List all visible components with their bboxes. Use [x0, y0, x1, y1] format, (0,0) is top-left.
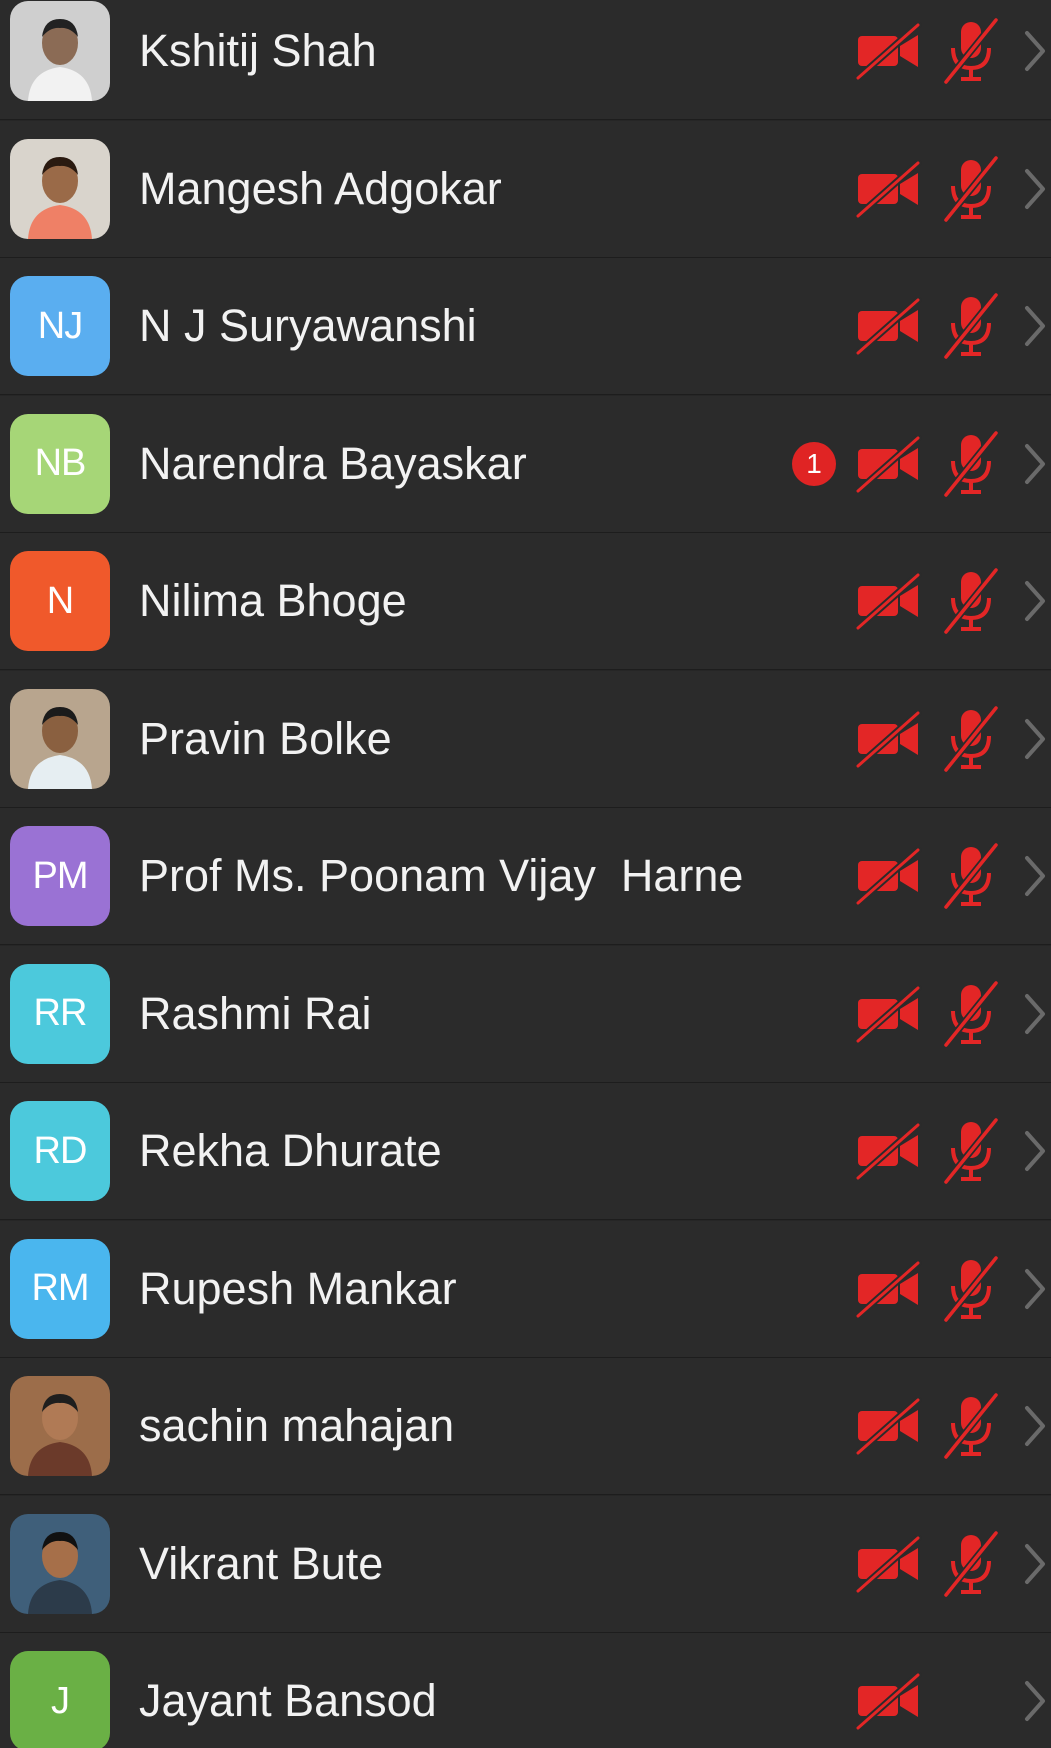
- mic-muted-icon: [940, 154, 1002, 223]
- mic-muted-icon: [940, 704, 1002, 773]
- video-off-icon: [854, 1121, 922, 1182]
- video-off-icon: [854, 296, 922, 357]
- participant-row[interactable]: N Nilima Bhoge: [0, 533, 1051, 670]
- chevron-right-icon[interactable]: [1022, 1266, 1048, 1312]
- video-off-icon: [854, 1671, 922, 1732]
- video-off-icon: [854, 709, 922, 769]
- avatar-photo: [10, 1, 110, 101]
- participant-name: Nilima Bhoge: [139, 575, 407, 626]
- participant-row[interactable]: RM Rupesh Mankar: [0, 1220, 1051, 1358]
- avatar-initials: RM: [10, 1238, 110, 1339]
- person-photo-icon: [10, 1513, 110, 1614]
- person-photo-icon: [10, 1, 110, 101]
- unread-chat-badge: 1: [792, 441, 836, 486]
- avatar-initials-text: RR: [33, 992, 88, 1034]
- avatar-initials-text: N: [46, 579, 74, 622]
- mic-muted-icon: [940, 1254, 1002, 1323]
- avatar-initials: NJ: [10, 276, 110, 376]
- participant-row[interactable]: NJ N J Suryawanshi: [0, 258, 1051, 395]
- participant-name: Rekha Dhurate: [139, 1125, 442, 1176]
- mic-muted-icon: [940, 841, 1002, 911]
- participant-list: Kshitij Shah Mangesh Adgokar NJ N J Surya…: [0, 0, 1051, 1748]
- avatar-photo: [10, 138, 110, 239]
- participant-row[interactable]: RR Rashmi Rai: [0, 945, 1051, 1083]
- participant-name: Vikrant Bute: [139, 1537, 384, 1589]
- video-off-icon: [854, 1396, 922, 1457]
- participant-row[interactable]: J Jayant Bansod: [0, 1633, 1051, 1748]
- participant-row[interactable]: RD Rekha Dhurate: [0, 1083, 1051, 1220]
- chevron-right-icon[interactable]: [1022, 28, 1048, 74]
- mic-muted-icon: [940, 566, 1002, 636]
- participant-row[interactable]: Vikrant Bute: [0, 1495, 1051, 1633]
- video-off-icon: [854, 846, 922, 907]
- avatar-initials: RR: [10, 963, 110, 1064]
- avatar-photo: [10, 1513, 110, 1614]
- avatar-photo: [10, 1376, 110, 1476]
- video-off-icon: [854, 1534, 922, 1594]
- participant-name: Prof Ms. Poonam Vijay Harne: [139, 850, 744, 901]
- chevron-right-icon[interactable]: [1022, 578, 1048, 624]
- chevron-right-icon[interactable]: [1022, 1541, 1048, 1587]
- chevron-right-icon[interactable]: [1022, 1678, 1048, 1724]
- person-photo-icon: [10, 688, 110, 789]
- avatar-initials-text: RD: [33, 1129, 88, 1172]
- video-off-icon: [854, 159, 922, 219]
- mic-muted-icon: [940, 1391, 1002, 1461]
- participant-name: Mangesh Adgokar: [139, 162, 502, 214]
- mic-muted-icon: [940, 16, 1002, 86]
- participant-name: Rupesh Mankar: [139, 1262, 457, 1314]
- avatar-initials-text: NJ: [37, 304, 83, 347]
- mic-muted-icon: [940, 291, 1002, 361]
- avatar-initials-text: J: [51, 1679, 70, 1722]
- person-photo-icon: [10, 138, 110, 239]
- avatar-initials-text: NB: [34, 442, 87, 484]
- chevron-right-icon[interactable]: [1022, 303, 1048, 349]
- mic-muted-icon: [940, 979, 1002, 1048]
- video-off-icon: [854, 571, 922, 632]
- avatar-initials: N: [10, 551, 110, 651]
- chevron-right-icon[interactable]: [1022, 991, 1048, 1037]
- participant-row[interactable]: Kshitij Shah: [0, 0, 1051, 120]
- participant-name: sachin mahajan: [139, 1400, 455, 1451]
- video-off-icon: [854, 1259, 922, 1319]
- chevron-right-icon[interactable]: [1022, 716, 1048, 762]
- chevron-right-icon[interactable]: [1022, 853, 1048, 899]
- avatar-initials: RD: [10, 1101, 110, 1201]
- participant-row[interactable]: PM Prof Ms. Poonam Vijay Harne: [0, 808, 1051, 945]
- avatar-initials-text: PM: [32, 854, 89, 897]
- video-off-icon: [854, 21, 922, 82]
- avatar-initials-text: RM: [31, 1267, 89, 1309]
- chevron-right-icon[interactable]: [1022, 1128, 1048, 1174]
- chevron-right-icon[interactable]: [1022, 441, 1048, 487]
- participant-row[interactable]: sachin mahajan: [0, 1358, 1051, 1495]
- participant-name: N J Suryawanshi: [139, 300, 477, 351]
- participant-name: Rashmi Rai: [139, 987, 372, 1039]
- video-off-icon: [854, 984, 922, 1044]
- participant-name: Pravin Bolke: [139, 712, 392, 764]
- avatar-initials: NB: [10, 413, 110, 514]
- avatar-photo: [10, 688, 110, 789]
- participant-row[interactable]: NB Narendra Bayaskar 1: [0, 395, 1051, 533]
- participant-name: Jayant Bansod: [139, 1675, 437, 1726]
- participant-row[interactable]: Mangesh Adgokar: [0, 120, 1051, 258]
- participant-name: Narendra Bayaskar: [139, 437, 527, 489]
- video-off-icon: [854, 434, 922, 494]
- participant-row[interactable]: Pravin Bolke: [0, 670, 1051, 808]
- mic-muted-icon: [940, 1529, 1002, 1598]
- chevron-right-icon[interactable]: [1022, 1403, 1048, 1449]
- avatar-initials: PM: [10, 826, 110, 926]
- participant-name: Kshitij Shah: [139, 25, 377, 76]
- mic-muted-icon: [940, 429, 1002, 498]
- person-photo-icon: [10, 1376, 110, 1476]
- mic-muted-icon: [940, 1116, 1002, 1186]
- avatar-initials: J: [10, 1651, 110, 1748]
- chevron-right-icon[interactable]: [1022, 166, 1048, 212]
